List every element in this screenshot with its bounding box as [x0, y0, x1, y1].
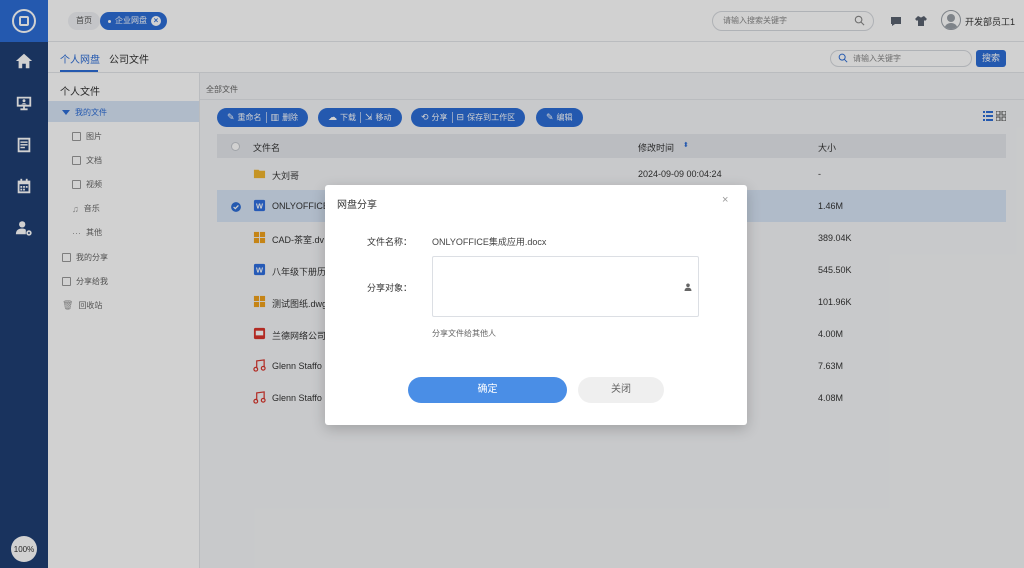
- file-name-label: 文件名称：: [367, 237, 413, 247]
- user-picker-icon[interactable]: [684, 283, 692, 291]
- close-button[interactable]: 关闭: [578, 377, 664, 403]
- share-hint: 分享文件给其他人: [432, 329, 496, 338]
- close-icon[interactable]: ×: [722, 194, 728, 206]
- share-target-field[interactable]: [432, 256, 699, 317]
- share-target-label: 分享对象：: [367, 283, 413, 293]
- file-name-value: ONLYOFFICE集成应用.docx: [432, 237, 547, 247]
- share-dialog: 网盘分享 × 文件名称： ONLYOFFICE集成应用.docx 分享对象： 分…: [325, 185, 747, 425]
- confirm-button[interactable]: 确定: [408, 377, 567, 403]
- dialog-title: 网盘分享: [337, 200, 377, 211]
